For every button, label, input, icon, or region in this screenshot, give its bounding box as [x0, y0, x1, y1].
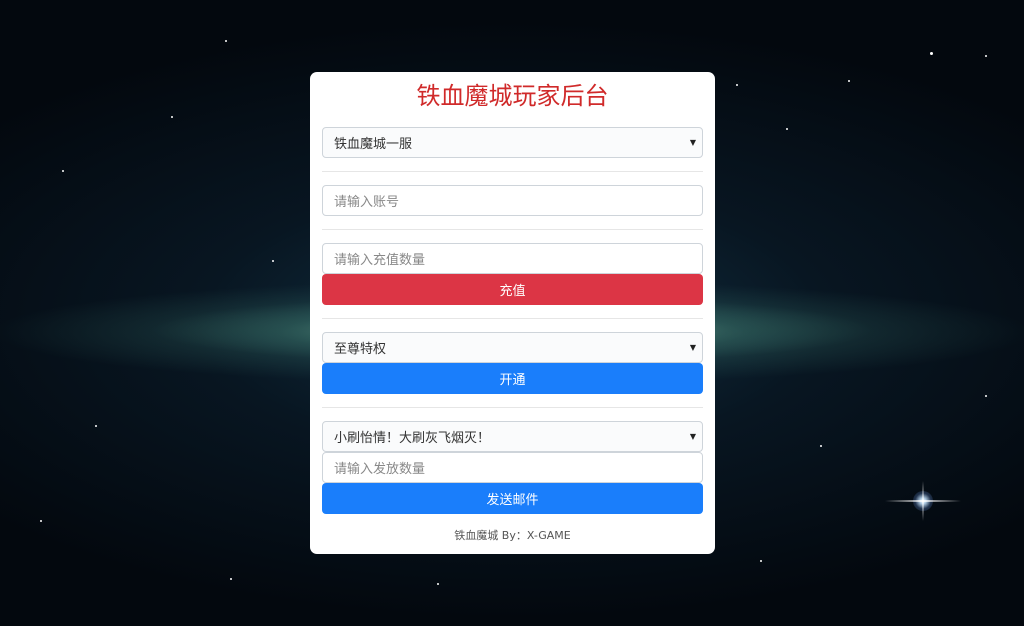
star [760, 560, 762, 562]
mail-amount-input[interactable]: 请输入发放数量 [322, 452, 703, 483]
star [736, 84, 738, 86]
footer-credit: 铁血魔城 By：X-GAME [454, 529, 571, 542]
star [985, 55, 987, 57]
star [171, 116, 173, 118]
star [437, 583, 439, 585]
star [95, 425, 97, 427]
star [272, 260, 274, 262]
star [786, 128, 788, 130]
server-select-value: 铁血魔城一服 [334, 137, 413, 152]
page-title: 铁血魔城玩家后台 [416, 82, 609, 110]
privilege-select-value: 至尊特权 [334, 342, 387, 357]
divider [322, 171, 703, 172]
divider [322, 229, 703, 230]
star [820, 445, 822, 447]
caret-down-icon: ▼ [689, 343, 696, 352]
star [985, 395, 987, 397]
recharge-amount-input[interactable]: 请输入充值数量 [322, 243, 703, 274]
activate-button[interactable]: 开通 [322, 363, 703, 394]
server-select[interactable]: 铁血魔城一服 ▼ [322, 127, 703, 158]
star [930, 52, 933, 55]
mail-item-select-value: 小刷怡情！大刷灰飞烟灭！ [334, 431, 491, 446]
mail-item-select[interactable]: 小刷怡情！大刷灰飞烟灭！ ▼ [322, 421, 703, 452]
send-mail-button[interactable]: 发送邮件 [322, 483, 703, 514]
bright-star [885, 481, 961, 521]
star [848, 80, 850, 82]
privilege-select[interactable]: 至尊特权 ▼ [322, 332, 703, 363]
account-input[interactable]: 请输入账号 [322, 185, 703, 216]
caret-down-icon: ▼ [689, 432, 696, 441]
star [40, 520, 42, 522]
star [225, 40, 227, 42]
divider [322, 318, 703, 319]
caret-down-icon: ▼ [689, 138, 696, 147]
star [62, 170, 64, 172]
divider [322, 407, 703, 408]
player-admin-panel: 铁血魔城玩家后台 铁血魔城一服 ▼ 请输入账号 请输入充值数量 充值 至尊特权 … [310, 72, 715, 554]
recharge-button[interactable]: 充值 [322, 274, 703, 305]
star [230, 578, 232, 580]
